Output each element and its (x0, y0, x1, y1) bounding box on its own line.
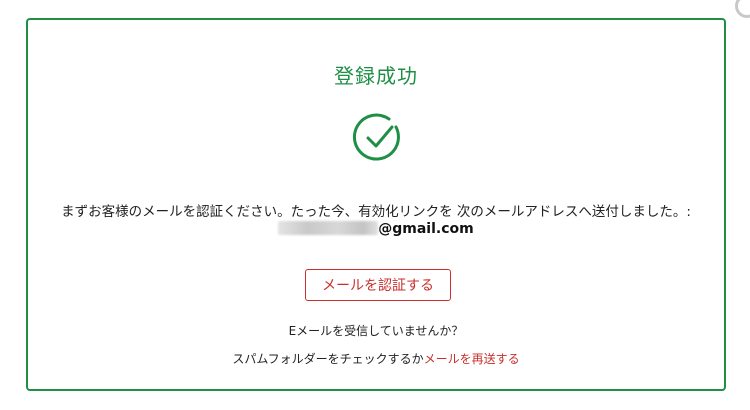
verify-email-button[interactable]: メールを認証する (305, 269, 451, 301)
registration-success-card: 登録成功 まずお客様のメールを認証ください。たった今、有効化リンクを 次のメール… (26, 18, 726, 391)
spam-folder-hint: スパムフォルダーをチェックするか (232, 352, 424, 366)
page-title: 登録成功 (334, 64, 418, 88)
resend-hint: スパムフォルダーをチェックするかメールを再送する (28, 350, 724, 367)
resend-email-link[interactable]: メールを再送する (424, 352, 520, 366)
check-circle-icon (352, 113, 400, 161)
email-domain: @gmail.com (378, 221, 474, 237)
not-received-question: Eメールを受信していませんか？ (288, 324, 464, 338)
email-redacted-part (278, 221, 379, 235)
email-address: @gmail.com (28, 221, 724, 237)
corner-decoration (735, 0, 750, 18)
verification-message: まずお客様のメールを認証ください。たった今、有効化リンクを 次のメールアドレスへ… (61, 204, 691, 220)
